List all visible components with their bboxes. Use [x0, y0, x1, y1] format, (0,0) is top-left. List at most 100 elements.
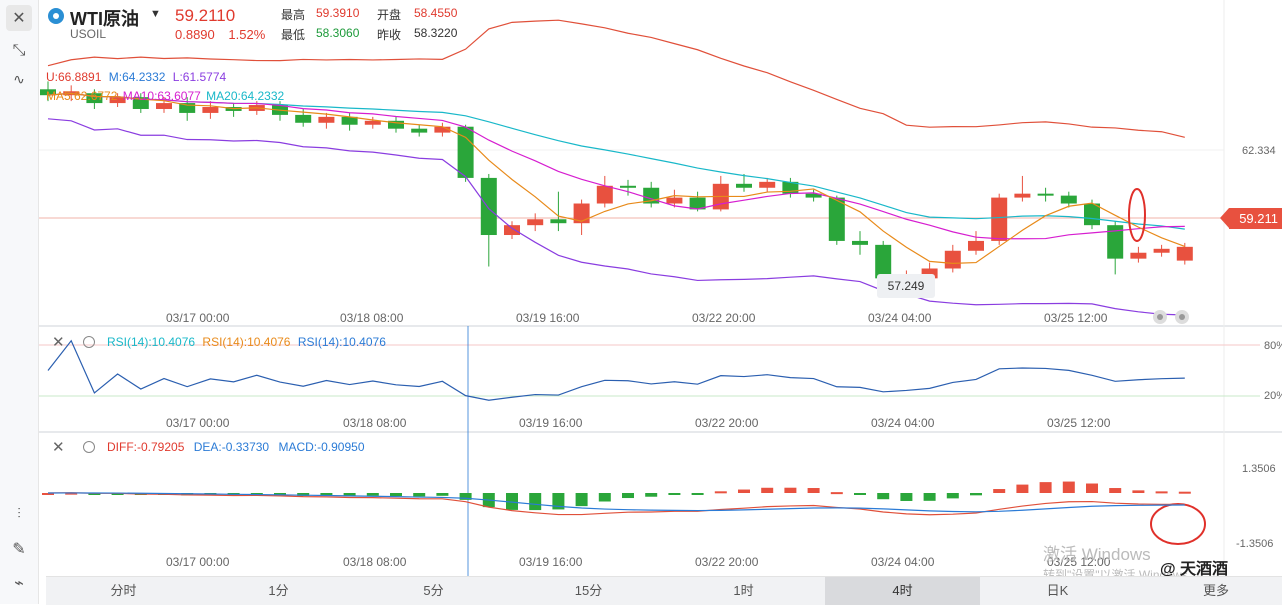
- boll-legend: U:66.8891 M:64.2332 L:61.5774: [46, 70, 226, 84]
- macd-bar: [691, 493, 704, 495]
- time-label: 03/17 00:00: [166, 555, 230, 569]
- candle-body: [527, 219, 544, 226]
- tab-4h[interactable]: 4时: [825, 577, 980, 605]
- candle-body: [620, 185, 636, 188]
- macd-bar: [738, 489, 750, 493]
- macd-bar: [900, 493, 913, 501]
- close-macd-icon[interactable]: ✕: [52, 438, 65, 456]
- ma5-line: [47, 92, 1186, 264]
- macd-bar: [830, 492, 843, 495]
- candle-body: [1037, 193, 1054, 196]
- rsi-legend: RSI(14):10.4076 RSI(14):10.4076 RSI(14):…: [107, 335, 386, 349]
- candle-body: [759, 181, 776, 188]
- settings-icon[interactable]: [83, 441, 95, 453]
- macd-bottom-level: -1.3506: [1236, 538, 1274, 550]
- annotation-circle: [1150, 503, 1206, 545]
- candle-body: [550, 219, 567, 224]
- candle-body: [1014, 193, 1031, 198]
- ma5-label: MA5:62.6772: [46, 89, 118, 103]
- ma-legend: MA5:62.6772 MA10:63.6077 MA20:64.2332: [46, 89, 284, 103]
- prev-close-label: 昨收: [377, 28, 402, 42]
- scroll-dot[interactable]: [1175, 310, 1189, 324]
- collapse-icon[interactable]: ⤡: [6, 38, 32, 64]
- macd-bar: [1039, 482, 1052, 493]
- candle-body: [364, 120, 381, 125]
- candle-icon[interactable]: ⫶: [6, 500, 32, 526]
- timeframe-tabs: 分时 1分 5分 15分 1时 4时 日K 更多: [46, 576, 1282, 605]
- change-value: 0.8890: [175, 27, 215, 42]
- candle-body: [968, 240, 984, 251]
- annotation-circle: [1128, 188, 1146, 242]
- candle-body: [411, 128, 428, 133]
- pencil-icon[interactable]: ✎: [6, 536, 32, 562]
- macd-bar: [413, 493, 426, 497]
- macd-bar: [854, 493, 866, 495]
- macd-bar: [993, 489, 1006, 493]
- time-label: 03/18 08:00: [343, 416, 407, 430]
- tab-fenshi[interactable]: 分时: [46, 577, 201, 605]
- tab-daily[interactable]: 日K: [980, 577, 1135, 605]
- price-change: 0.8890 1.52%: [175, 27, 265, 42]
- current-price-badge: 59.211: [1220, 208, 1282, 229]
- time-label: 03/19 16:00: [516, 311, 580, 325]
- candle-body: [202, 107, 219, 113]
- time-label: 03/24 04:00: [871, 555, 935, 569]
- tab-1m[interactable]: 1分: [201, 577, 356, 605]
- macd-bar: [436, 493, 449, 496]
- time-label: 03/18 08:00: [340, 311, 404, 325]
- time-label: 03/22 20:00: [695, 555, 759, 569]
- chevron-down-icon[interactable]: ▼: [150, 8, 161, 20]
- macd-bar: [1132, 490, 1145, 493]
- time-label: 03/22 20:00: [692, 311, 756, 325]
- macd-bar: [622, 493, 634, 499]
- ma20-label: MA20:64.2332: [206, 89, 285, 103]
- tab-1h[interactable]: 1时: [666, 577, 821, 605]
- tab-15m[interactable]: 15分: [511, 577, 666, 605]
- macd-bar: [877, 493, 890, 500]
- time-label: 03/19 16:00: [519, 416, 583, 430]
- rsi-line: [47, 339, 1185, 401]
- candle-body: [852, 240, 868, 245]
- candle-body: [295, 114, 312, 123]
- tab-more[interactable]: 更多: [1186, 577, 1246, 605]
- macd-bar: [970, 493, 982, 496]
- ma10-label: MA10:63.6077: [122, 89, 201, 103]
- quote-header: WTI原油 ▼ USOIL 59.2110 0.8890 1.52% 最高 59…: [40, 0, 480, 42]
- scroll-dot[interactable]: [1153, 310, 1167, 324]
- indicator-icon[interactable]: ⌁: [6, 570, 32, 596]
- candle-body: [1060, 195, 1077, 204]
- close-rsi-icon[interactable]: ✕: [52, 333, 65, 351]
- macd-bar: [923, 493, 936, 501]
- rsi-low-level: 20%: [1264, 390, 1282, 402]
- macd-bar: [1016, 484, 1029, 493]
- diff-line: [47, 492, 1185, 516]
- macd-top-level: 1.3506: [1242, 463, 1276, 475]
- candle-body: [944, 250, 961, 269]
- macd-bar: [598, 493, 611, 502]
- tab-5m[interactable]: 5分: [356, 577, 511, 605]
- macd-bar: [946, 493, 959, 499]
- macd-bar: [1109, 488, 1122, 493]
- rsi-high-level: 80%: [1264, 340, 1282, 352]
- time-label: 03/17 00:00: [166, 416, 230, 430]
- time-label: 03/17 00:00: [166, 311, 230, 325]
- macd-bar: [645, 493, 658, 497]
- time-label: 03/19 16:00: [519, 555, 583, 569]
- settings-icon[interactable]: [83, 336, 95, 348]
- low-marker: 57.249: [877, 274, 935, 298]
- macd-bar: [668, 493, 681, 495]
- line-chart-icon[interactable]: ∿: [6, 66, 32, 92]
- price-level: 62.334: [1242, 145, 1276, 157]
- high-label: 最高: [281, 8, 306, 22]
- candle-body: [156, 103, 172, 109]
- boll-mid: M:64.2332: [108, 70, 166, 84]
- watermark-title: 激活 Windows: [1043, 545, 1151, 564]
- time-label: 03/18 08:00: [343, 555, 407, 569]
- candle-body: [666, 197, 683, 204]
- close-icon[interactable]: ✕: [6, 5, 32, 31]
- candle-body: [1176, 246, 1193, 261]
- macd-bar: [784, 487, 797, 493]
- macd-bar: [366, 493, 379, 496]
- open-label: 开盘: [377, 8, 402, 22]
- candle-body: [1130, 252, 1147, 259]
